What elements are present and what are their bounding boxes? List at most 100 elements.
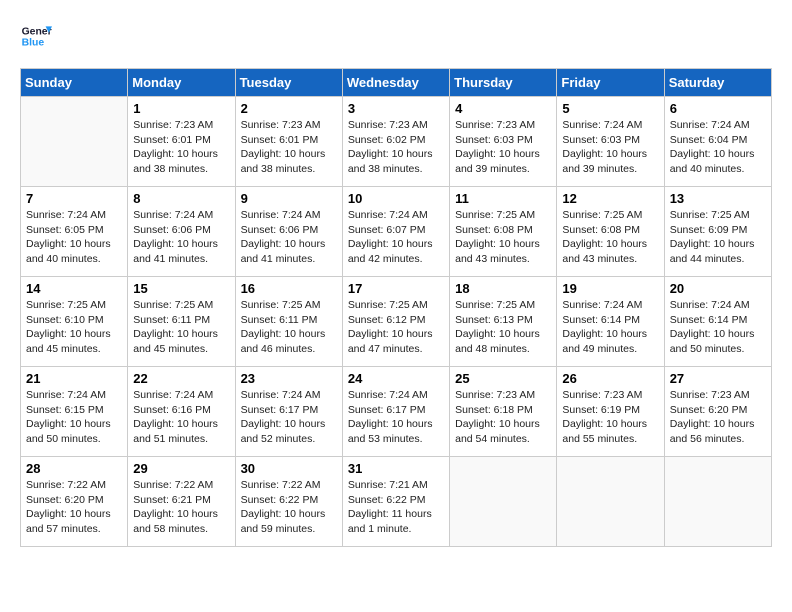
calendar-week-row: 28 Sunrise: 7:22 AMSunset: 6:20 PMDayligh… <box>21 457 772 547</box>
cell-info: Sunrise: 7:25 AMSunset: 6:13 PMDaylight:… <box>455 298 551 357</box>
calendar-cell <box>21 97 128 187</box>
cell-day-number: 2 <box>241 101 337 116</box>
calendar-week-row: 7 Sunrise: 7:24 AMSunset: 6:05 PMDaylight… <box>21 187 772 277</box>
cell-day-number: 19 <box>562 281 658 296</box>
cell-info: Sunrise: 7:24 AMSunset: 6:15 PMDaylight:… <box>26 388 122 447</box>
calendar-cell: 22 Sunrise: 7:24 AMSunset: 6:16 PMDayligh… <box>128 367 235 457</box>
cell-day-number: 23 <box>241 371 337 386</box>
cell-day-number: 12 <box>562 191 658 206</box>
cell-day-number: 8 <box>133 191 229 206</box>
cell-day-number: 13 <box>670 191 766 206</box>
cell-info: Sunrise: 7:24 AMSunset: 6:04 PMDaylight:… <box>670 118 766 177</box>
cell-info: Sunrise: 7:24 AMSunset: 6:14 PMDaylight:… <box>562 298 658 357</box>
cell-info: Sunrise: 7:24 AMSunset: 6:06 PMDaylight:… <box>241 208 337 267</box>
cell-day-number: 17 <box>348 281 444 296</box>
cell-day-number: 30 <box>241 461 337 476</box>
calendar-cell: 20Sunrise: 7:24 AMSunset: 6:14 PMDayligh… <box>664 277 771 367</box>
calendar-cell: 5 Sunrise: 7:24 AMSunset: 6:03 PMDaylight… <box>557 97 664 187</box>
calendar-cell: 19 Sunrise: 7:24 AMSunset: 6:14 PMDayligh… <box>557 277 664 367</box>
calendar-cell: 9 Sunrise: 7:24 AMSunset: 6:06 PMDaylight… <box>235 187 342 277</box>
calendar-cell: 1Sunrise: 7:23 AMSunset: 6:01 PMDaylight… <box>128 97 235 187</box>
calendar-week-row: 1Sunrise: 7:23 AMSunset: 6:01 PMDaylight… <box>21 97 772 187</box>
cell-info: Sunrise: 7:25 AMSunset: 6:11 PMDaylight:… <box>133 298 229 357</box>
cell-info: Sunrise: 7:22 AMSunset: 6:21 PMDaylight:… <box>133 478 229 537</box>
cell-day-number: 21 <box>26 371 122 386</box>
day-of-week-header: Tuesday <box>235 69 342 97</box>
day-of-week-header: Monday <box>128 69 235 97</box>
calendar-week-row: 14 Sunrise: 7:25 AMSunset: 6:10 PMDayligh… <box>21 277 772 367</box>
cell-day-number: 6 <box>670 101 766 116</box>
calendar-cell: 14 Sunrise: 7:25 AMSunset: 6:10 PMDayligh… <box>21 277 128 367</box>
cell-day-number: 16 <box>241 281 337 296</box>
cell-info: Sunrise: 7:24 AMSunset: 6:17 PMDaylight:… <box>241 388 337 447</box>
day-of-week-header: Wednesday <box>342 69 449 97</box>
cell-info: Sunrise: 7:24 AMSunset: 6:05 PMDaylight:… <box>26 208 122 267</box>
cell-day-number: 25 <box>455 371 551 386</box>
cell-info: Sunrise: 7:23 AMSunset: 6:18 PMDaylight:… <box>455 388 551 447</box>
svg-text:Blue: Blue <box>22 38 45 49</box>
calendar-cell: 4Sunrise: 7:23 AMSunset: 6:03 PMDaylight… <box>450 97 557 187</box>
calendar-cell: 2 Sunrise: 7:23 AMSunset: 6:01 PMDaylight… <box>235 97 342 187</box>
cell-info: Sunrise: 7:24 AMSunset: 6:16 PMDaylight:… <box>133 388 229 447</box>
cell-info: Sunrise: 7:23 AMSunset: 6:01 PMDaylight:… <box>133 118 229 177</box>
calendar-cell: 16 Sunrise: 7:25 AMSunset: 6:11 PMDayligh… <box>235 277 342 367</box>
cell-day-number: 18 <box>455 281 551 296</box>
calendar-cell <box>664 457 771 547</box>
calendar-cell: 18 Sunrise: 7:25 AMSunset: 6:13 PMDayligh… <box>450 277 557 367</box>
calendar-cell: 13 Sunrise: 7:25 AMSunset: 6:09 PMDayligh… <box>664 187 771 277</box>
cell-day-number: 10 <box>348 191 444 206</box>
cell-info: Sunrise: 7:24 AMSunset: 6:07 PMDaylight:… <box>348 208 444 267</box>
cell-info: Sunrise: 7:22 AMSunset: 6:20 PMDaylight:… <box>26 478 122 537</box>
cell-day-number: 3 <box>348 101 444 116</box>
cell-day-number: 31 <box>348 461 444 476</box>
logo: General Blue <box>20 20 52 52</box>
cell-day-number: 27 <box>670 371 766 386</box>
calendar-cell: 29Sunrise: 7:22 AMSunset: 6:21 PMDayligh… <box>128 457 235 547</box>
cell-day-number: 7 <box>26 191 122 206</box>
cell-info: Sunrise: 7:23 AMSunset: 6:01 PMDaylight:… <box>241 118 337 177</box>
cell-info: Sunrise: 7:25 AMSunset: 6:11 PMDaylight:… <box>241 298 337 357</box>
cell-info: Sunrise: 7:23 AMSunset: 6:19 PMDaylight:… <box>562 388 658 447</box>
cell-day-number: 15 <box>133 281 229 296</box>
day-of-week-header: Thursday <box>450 69 557 97</box>
cell-info: Sunrise: 7:24 AMSunset: 6:17 PMDaylight:… <box>348 388 444 447</box>
cell-info: Sunrise: 7:23 AMSunset: 6:02 PMDaylight:… <box>348 118 444 177</box>
calendar-cell: 25 Sunrise: 7:23 AMSunset: 6:18 PMDayligh… <box>450 367 557 457</box>
cell-day-number: 24 <box>348 371 444 386</box>
day-of-week-header: Friday <box>557 69 664 97</box>
cell-day-number: 14 <box>26 281 122 296</box>
calendar-header-row: SundayMondayTuesdayWednesdayThursdayFrid… <box>21 69 772 97</box>
cell-day-number: 22 <box>133 371 229 386</box>
cell-day-number: 26 <box>562 371 658 386</box>
calendar-cell: 6 Sunrise: 7:24 AMSunset: 6:04 PMDaylight… <box>664 97 771 187</box>
calendar-cell: 30 Sunrise: 7:22 AMSunset: 6:22 PMDayligh… <box>235 457 342 547</box>
page-header: General Blue <box>20 20 772 52</box>
cell-info: Sunrise: 7:25 AMSunset: 6:10 PMDaylight:… <box>26 298 122 357</box>
cell-day-number: 9 <box>241 191 337 206</box>
calendar-cell: 27 Sunrise: 7:23 AMSunset: 6:20 PMDayligh… <box>664 367 771 457</box>
cell-info: Sunrise: 7:25 AMSunset: 6:09 PMDaylight:… <box>670 208 766 267</box>
cell-info: Sunrise: 7:21 AMSunset: 6:22 PMDaylight:… <box>348 478 444 537</box>
day-of-week-header: Sunday <box>21 69 128 97</box>
calendar-cell: 12 Sunrise: 7:25 AMSunset: 6:08 PMDayligh… <box>557 187 664 277</box>
calendar-cell: 15 Sunrise: 7:25 AMSunset: 6:11 PMDayligh… <box>128 277 235 367</box>
calendar-cell: 31 Sunrise: 7:21 AMSunset: 6:22 PMDayligh… <box>342 457 449 547</box>
cell-info: Sunrise: 7:23 AMSunset: 6:03 PMDaylight:… <box>455 118 551 177</box>
calendar-cell: 26 Sunrise: 7:23 AMSunset: 6:19 PMDayligh… <box>557 367 664 457</box>
calendar-cell <box>557 457 664 547</box>
calendar-table: SundayMondayTuesdayWednesdayThursdayFrid… <box>20 68 772 547</box>
calendar-cell: 21 Sunrise: 7:24 AMSunset: 6:15 PMDayligh… <box>21 367 128 457</box>
cell-day-number: 5 <box>562 101 658 116</box>
calendar-cell: 10 Sunrise: 7:24 AMSunset: 6:07 PMDayligh… <box>342 187 449 277</box>
cell-info: Sunrise: 7:23 AMSunset: 6:20 PMDaylight:… <box>670 388 766 447</box>
calendar-cell <box>450 457 557 547</box>
cell-info: Sunrise: 7:24 AMSunset: 6:03 PMDaylight:… <box>562 118 658 177</box>
cell-info: Sunrise: 7:22 AMSunset: 6:22 PMDaylight:… <box>241 478 337 537</box>
calendar-cell: 11Sunrise: 7:25 AMSunset: 6:08 PMDayligh… <box>450 187 557 277</box>
cell-info: Sunrise: 7:25 AMSunset: 6:08 PMDaylight:… <box>562 208 658 267</box>
calendar-cell: 28 Sunrise: 7:22 AMSunset: 6:20 PMDayligh… <box>21 457 128 547</box>
calendar-cell: 7 Sunrise: 7:24 AMSunset: 6:05 PMDaylight… <box>21 187 128 277</box>
cell-day-number: 28 <box>26 461 122 476</box>
cell-day-number: 11 <box>455 191 551 206</box>
calendar-cell: 23 Sunrise: 7:24 AMSunset: 6:17 PMDayligh… <box>235 367 342 457</box>
